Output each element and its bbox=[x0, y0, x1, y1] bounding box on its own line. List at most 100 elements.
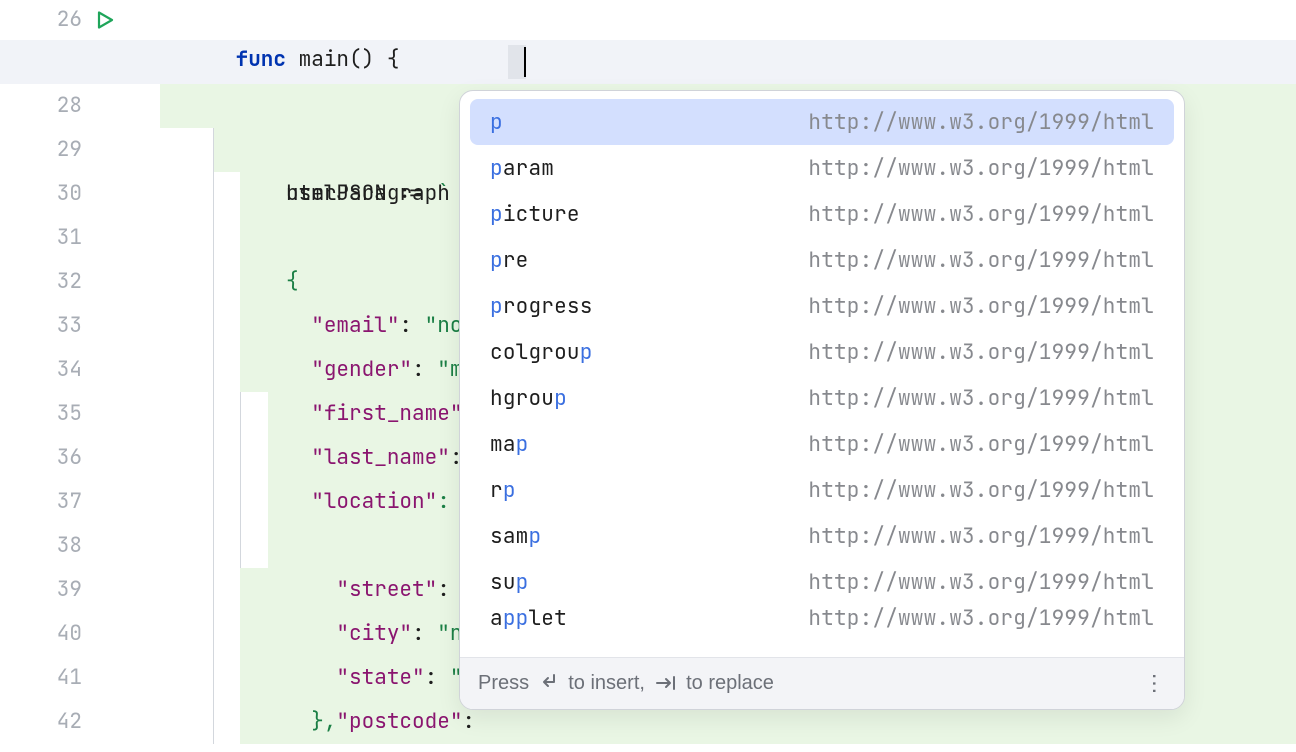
autocomplete-item[interactable]: sup http://www.w3.org/1999/html bbox=[470, 559, 1174, 605]
json-key: "email" bbox=[311, 312, 399, 339]
gutter-line[interactable]: 37 bbox=[0, 480, 140, 524]
line-number: 29 bbox=[57, 136, 82, 163]
gutter-line[interactable]: 31 bbox=[0, 216, 140, 260]
gutter-line[interactable]: 26 bbox=[0, 0, 140, 40]
indent-guide bbox=[240, 524, 241, 568]
gutter-line[interactable]: 28 bbox=[0, 84, 140, 128]
autocomplete-item-namespace: http://www.w3.org/1999/html bbox=[808, 339, 1154, 366]
gutter-line[interactable]: 32 bbox=[0, 260, 140, 304]
autocomplete-item[interactable]: progress http://www.w3.org/1999/html bbox=[470, 283, 1174, 329]
json-key: "state" bbox=[336, 664, 424, 691]
line-number: 34 bbox=[57, 356, 82, 383]
autocomplete-item-namespace: http://www.w3.org/1999/html bbox=[808, 155, 1154, 182]
gutter-line[interactable]: 34 bbox=[0, 348, 140, 392]
gutter-line[interactable]: 40 bbox=[0, 612, 140, 656]
kebab-menu-icon[interactable]: ⋯ bbox=[1142, 672, 1168, 695]
json-key: "postcode" bbox=[336, 708, 462, 735]
indent-guide bbox=[213, 260, 214, 304]
autocomplete-item-namespace: http://www.w3.org/1999/html bbox=[808, 523, 1154, 550]
gutter-line[interactable]: 30 bbox=[0, 172, 140, 216]
autocomplete-item-namespace: http://www.w3.org/1999/html bbox=[808, 247, 1154, 274]
enter-key-icon bbox=[539, 673, 559, 691]
indent-guide bbox=[213, 656, 214, 700]
gutter-line[interactable]: 36 bbox=[0, 436, 140, 480]
line-number: 36 bbox=[57, 444, 82, 471]
autocomplete-item-label: hgroup bbox=[490, 385, 567, 412]
line-number: 38 bbox=[57, 532, 82, 559]
autocomplete-item[interactable]: picture http://www.w3.org/1999/html bbox=[470, 191, 1174, 237]
json-brace: { bbox=[286, 268, 299, 295]
line-number: 26 bbox=[57, 6, 82, 33]
autocomplete-item-namespace: http://www.w3.org/1999/html bbox=[808, 201, 1154, 228]
line-number: 33 bbox=[57, 312, 82, 339]
indent-guide bbox=[213, 568, 214, 612]
indent-guide bbox=[213, 172, 214, 216]
autocomplete-item-label: applet bbox=[490, 605, 567, 632]
line-number: 37 bbox=[57, 488, 82, 515]
autocomplete-item-namespace: http://www.w3.org/1999/html bbox=[808, 605, 1154, 632]
autocomplete-item-label: progress bbox=[490, 293, 593, 320]
autocomplete-item[interactable]: phttp://www.w3.org/1999/html bbox=[470, 99, 1174, 145]
indent-guide bbox=[213, 304, 214, 348]
autocomplete-item-namespace: http://www.w3.org/1999/html bbox=[808, 569, 1154, 596]
json-key: "street" bbox=[336, 576, 437, 603]
line-number: 42 bbox=[57, 708, 82, 735]
code-line[interactable]: func main() { bbox=[140, 0, 1296, 40]
indent-guide bbox=[213, 612, 214, 656]
autocomplete-item[interactable]: param http://www.w3.org/1999/html bbox=[470, 145, 1174, 191]
autocomplete-list[interactable]: phttp://www.w3.org/1999/html param http://… bbox=[460, 91, 1184, 657]
gutter-line[interactable]: 35 bbox=[0, 392, 140, 436]
autocomplete-item-label: picture bbox=[490, 201, 580, 228]
footer-hint: Press to insert, to replace bbox=[478, 672, 774, 695]
autocomplete-item-label: samp bbox=[490, 523, 541, 550]
autocomplete-item-namespace: http://www.w3.org/1999/html bbox=[808, 385, 1154, 412]
line-number: 30 bbox=[57, 180, 82, 207]
punctuation: : bbox=[425, 664, 450, 691]
operator: := bbox=[387, 180, 437, 207]
gutter-line[interactable]: 33 bbox=[0, 304, 140, 348]
autocomplete-item-label: sup bbox=[490, 569, 528, 596]
json-brace: }, bbox=[311, 708, 336, 735]
gutter-line[interactable]: 41 bbox=[0, 656, 140, 700]
autocomplete-item[interactable]: applet http://www.w3.org/1999/html bbox=[470, 605, 1174, 633]
autocomplete-item-label: param bbox=[490, 155, 554, 182]
indent-guide bbox=[213, 480, 214, 524]
gutter-line[interactable]: 29 bbox=[0, 128, 140, 172]
punctuation: : bbox=[399, 312, 424, 339]
identifier: main bbox=[286, 46, 349, 73]
footer-text: Press bbox=[478, 672, 535, 694]
autocomplete-popup[interactable]: phttp://www.w3.org/1999/html param http://… bbox=[459, 90, 1185, 710]
indent-guide bbox=[213, 216, 214, 260]
line-number: 35 bbox=[57, 400, 82, 427]
punctuation: : bbox=[412, 620, 437, 647]
gutter-line[interactable]: 38 bbox=[0, 524, 140, 568]
autocomplete-item-label: pre bbox=[490, 247, 528, 274]
line-number: 31 bbox=[57, 224, 82, 251]
autocomplete-item[interactable]: pre http://www.w3.org/1999/html bbox=[470, 237, 1174, 283]
autocomplete-item[interactable]: hgroup http://www.w3.org/1999/html bbox=[470, 375, 1174, 421]
autocomplete-item-namespace: http://www.w3.org/1999/html bbox=[808, 293, 1154, 320]
footer-text: to insert, bbox=[568, 672, 650, 694]
autocomplete-item-namespace: http://www.w3.org/1999/html bbox=[808, 109, 1154, 136]
gutter-line[interactable]: 42 bbox=[0, 700, 140, 744]
json-key: "location" bbox=[311, 488, 437, 515]
line-number: 39 bbox=[57, 576, 82, 603]
autocomplete-item[interactable]: maphttp://www.w3.org/1999/html bbox=[470, 421, 1174, 467]
gutter-line[interactable]: 39 bbox=[0, 568, 140, 612]
keyword: func bbox=[236, 46, 286, 73]
autocomplete-item[interactable]: rphttp://www.w3.org/1999/html bbox=[470, 467, 1174, 513]
footer-text: to replace bbox=[686, 672, 774, 694]
json-key: "first_name" bbox=[311, 400, 462, 427]
autocomplete-item[interactable]: colgrouphttp://www.w3.org/1999/html bbox=[470, 329, 1174, 375]
json-key: "city" bbox=[336, 620, 412, 647]
indent-guide bbox=[213, 524, 214, 568]
gutter: 26 27 28 29 30 31 32 33 34 35 36 37 38 3… bbox=[0, 0, 140, 752]
line-number: 28 bbox=[57, 92, 82, 119]
punctuation: : bbox=[462, 708, 475, 735]
run-gutter-icon[interactable] bbox=[96, 11, 114, 29]
json-key: "last_name" bbox=[311, 444, 450, 471]
autocomplete-item[interactable]: samp http://www.w3.org/1999/html bbox=[470, 513, 1174, 559]
autocomplete-item-label: map bbox=[490, 431, 528, 458]
punctuation: () { bbox=[349, 46, 399, 73]
indent-guide bbox=[213, 128, 214, 172]
